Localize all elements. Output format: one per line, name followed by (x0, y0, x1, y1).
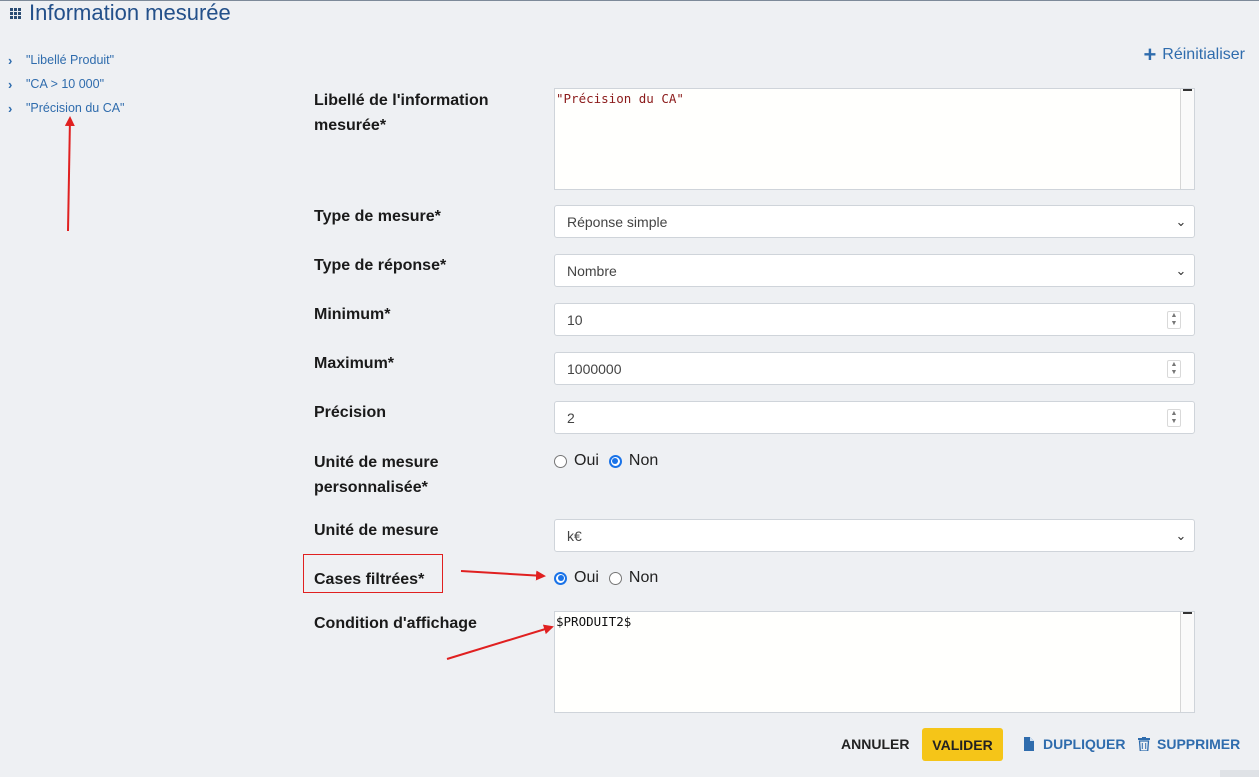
chevron-right-icon: › (8, 100, 13, 116)
radio-label: Oui (574, 452, 599, 469)
minimum-value: 10 (567, 311, 583, 328)
annotation-arrow-tree (64, 116, 75, 232)
delete-button[interactable]: SUPPRIMER (1138, 736, 1240, 752)
unite-perso-oui-radio[interactable]: Oui (554, 452, 599, 470)
radio-unchecked-icon (554, 454, 567, 468)
chevron-right-icon: › (8, 76, 13, 92)
tree-item-label: "Précision du CA" (26, 101, 125, 115)
libelle-textarea[interactable]: "Précision du CA" (554, 88, 1195, 190)
textarea-scrollbar[interactable] (1180, 89, 1194, 189)
validate-button[interactable]: VALIDER (922, 728, 1003, 761)
precision-label: Précision (314, 404, 387, 421)
duplicate-label: DUPLIQUER (1043, 736, 1126, 752)
precision-input[interactable]: 2 ▲ ▼ (554, 401, 1195, 434)
tree-item-ca[interactable]: › "CA > 10 000" (6, 72, 125, 96)
trash-icon (1138, 737, 1150, 751)
page-title: Information mesurée (29, 0, 231, 25)
number-spinner-icon[interactable]: ▲ ▼ (1167, 408, 1181, 427)
condition-value: $PRODUIT2$ (556, 614, 632, 629)
radio-unchecked-icon (608, 571, 622, 585)
page-header: Information mesurée (10, 0, 231, 26)
minimum-label: Minimum* (314, 306, 391, 323)
unite-label: Unité de mesure (314, 522, 439, 539)
tree-item-label: "CA > 10 000" (26, 77, 105, 91)
plus-icon: + (1143, 42, 1157, 67)
minimum-input[interactable]: 10 ▲ ▼ (554, 303, 1195, 336)
cancel-button[interactable]: ANNULER (841, 736, 909, 752)
libelle-label: Libellé de l'information mesurée* (314, 92, 489, 134)
chevron-down-icon: ⌄ (1175, 213, 1187, 229)
annotation-arrow-cases (460, 570, 546, 581)
libelle-value: "Précision du CA" (556, 91, 684, 106)
condition-label: Condition d'affichage (314, 615, 477, 632)
type-mesure-value: Réponse simple (567, 213, 668, 230)
type-reponse-label: Type de réponse* (314, 257, 447, 274)
maximum-value: 1000000 (567, 360, 622, 377)
chevron-down-icon: ⌄ (1175, 262, 1187, 278)
delete-label: SUPPRIMER (1157, 736, 1241, 752)
chevron-down-icon: ⌄ (1175, 527, 1187, 543)
type-mesure-label: Type de mesure* (314, 208, 441, 225)
cases-filtrees-oui-radio[interactable]: Oui (554, 569, 599, 587)
unite-perso-radio-group: Oui Non (554, 452, 668, 470)
duplicate-button[interactable]: DUPLIQUER (1023, 736, 1125, 752)
number-spinner-icon[interactable]: ▲ ▼ (1167, 310, 1181, 329)
textarea-scrollbar[interactable] (1180, 612, 1194, 712)
tree-item-libelle-produit[interactable]: › "Libellé Produit" (6, 48, 125, 72)
tree-item-precision-ca[interactable]: › "Précision du CA" (6, 96, 125, 120)
precision-value: 2 (567, 409, 575, 426)
unite-perso-label: Unité de mesure personnalisée* (314, 454, 439, 496)
cases-filtrees-radio-group: Oui Non (554, 569, 668, 587)
reset-label: Réinitialiser (1162, 46, 1245, 63)
grid-icon (10, 7, 21, 19)
unite-value: k€ (567, 527, 582, 544)
tree-item-label: "Libellé Produit" (26, 53, 115, 67)
cases-filtrees-label: Cases filtrées* (314, 571, 425, 588)
radio-checked-icon (554, 571, 567, 585)
file-icon (1024, 737, 1034, 751)
reset-button[interactable]: + Réinitialiser (1143, 42, 1245, 67)
corner-mark (1220, 770, 1259, 777)
type-mesure-select[interactable]: Réponse simple ⌄ (554, 205, 1195, 238)
unite-perso-non-radio[interactable]: Non (608, 452, 659, 470)
cases-filtrees-non-radio[interactable]: Non (608, 569, 659, 587)
unite-select[interactable]: k€ ⌄ (554, 519, 1195, 552)
radio-checked-icon (608, 454, 622, 468)
condition-textarea[interactable]: $PRODUIT2$ (554, 611, 1195, 713)
tree-nav: › "Libellé Produit" › "CA > 10 000" › "P… (6, 48, 125, 120)
number-spinner-icon[interactable]: ▲ ▼ (1167, 359, 1181, 378)
chevron-right-icon: › (8, 52, 13, 68)
type-reponse-select[interactable]: Nombre ⌄ (554, 254, 1195, 287)
radio-label: Non (628, 452, 659, 469)
type-reponse-value: Nombre (567, 262, 617, 279)
maximum-input[interactable]: 1000000 ▲ ▼ (554, 352, 1195, 385)
maximum-label: Maximum* (314, 355, 395, 372)
radio-label: Oui (574, 569, 599, 586)
radio-label: Non (628, 569, 659, 586)
